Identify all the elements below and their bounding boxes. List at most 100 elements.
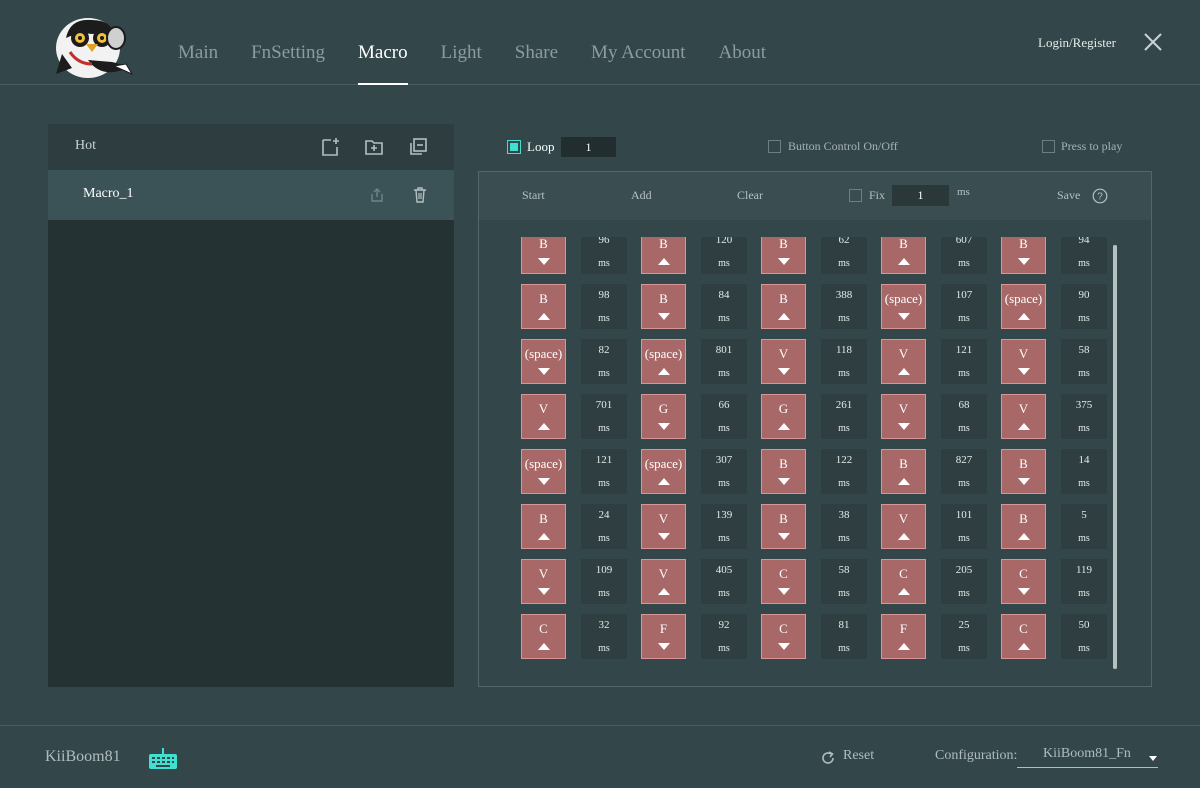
key-event-cell[interactable]: B: [1001, 237, 1046, 274]
key-event-cell[interactable]: C: [1001, 559, 1046, 604]
delay-cell[interactable]: 101 ms: [941, 504, 987, 549]
tab-main[interactable]: Main: [178, 0, 218, 85]
save-button[interactable]: Save: [1057, 188, 1080, 203]
key-event-cell[interactable]: B: [641, 284, 686, 329]
tab-macro[interactable]: Macro: [358, 0, 408, 85]
clear-button[interactable]: Clear: [737, 188, 763, 203]
login-register-link[interactable]: Login/Register: [1038, 35, 1116, 51]
delay-cell[interactable]: 58 ms: [1061, 339, 1107, 384]
delay-cell[interactable]: 139 ms: [701, 504, 747, 549]
delay-cell[interactable]: 58 ms: [821, 559, 867, 604]
delay-cell[interactable]: 98 ms: [581, 284, 627, 329]
key-event-cell[interactable]: C: [761, 559, 806, 604]
delay-cell[interactable]: 24 ms: [581, 504, 627, 549]
keyboard-icon[interactable]: [148, 746, 178, 770]
key-event-cell[interactable]: B: [521, 237, 566, 274]
delete-icon[interactable]: [411, 186, 429, 204]
delay-cell[interactable]: 94 ms: [1061, 237, 1107, 274]
delay-cell[interactable]: 261 ms: [821, 394, 867, 439]
delay-cell[interactable]: 5 ms: [1061, 504, 1107, 549]
key-event-cell[interactable]: V: [641, 504, 686, 549]
reset-button[interactable]: Reset: [843, 748, 874, 764]
delay-cell[interactable]: 118 ms: [821, 339, 867, 384]
key-event-cell[interactable]: F: [641, 614, 686, 659]
delay-cell[interactable]: 701 ms: [581, 394, 627, 439]
tab-light[interactable]: Light: [441, 0, 482, 85]
key-event-cell[interactable]: (space): [521, 449, 566, 494]
delay-cell[interactable]: 607 ms: [941, 237, 987, 274]
key-event-cell[interactable]: G: [761, 394, 806, 439]
key-event-cell[interactable]: (space): [641, 339, 686, 384]
key-event-cell[interactable]: B: [1001, 504, 1046, 549]
key-event-cell[interactable]: V: [761, 339, 806, 384]
key-event-cell[interactable]: C: [881, 559, 926, 604]
delay-cell[interactable]: 90 ms: [1061, 284, 1107, 329]
key-event-cell[interactable]: C: [521, 614, 566, 659]
close-icon[interactable]: [1142, 31, 1164, 53]
key-event-cell[interactable]: B: [881, 449, 926, 494]
scroll-thumb[interactable]: [1113, 245, 1117, 669]
key-event-cell[interactable]: V: [521, 394, 566, 439]
delay-cell[interactable]: 38 ms: [821, 504, 867, 549]
key-event-cell[interactable]: (space): [881, 284, 926, 329]
configuration-select[interactable]: KiiBoom81_Fn: [1017, 744, 1158, 768]
key-event-cell[interactable]: B: [761, 449, 806, 494]
delay-cell[interactable]: 121 ms: [581, 449, 627, 494]
delay-cell[interactable]: 109 ms: [581, 559, 627, 604]
key-event-cell[interactable]: (space): [1001, 284, 1046, 329]
export-icon[interactable]: [368, 186, 386, 204]
macro-list-item[interactable]: Macro_1: [48, 170, 454, 220]
delay-cell[interactable]: 50 ms: [1061, 614, 1107, 659]
key-event-cell[interactable]: V: [881, 504, 926, 549]
step-scrollbar[interactable]: [1113, 245, 1117, 669]
copy-macro-icon[interactable]: [407, 136, 429, 158]
delay-cell[interactable]: 307 ms: [701, 449, 747, 494]
delay-cell[interactable]: 25 ms: [941, 614, 987, 659]
delay-cell[interactable]: 68 ms: [941, 394, 987, 439]
new-macro-icon[interactable]: [319, 136, 341, 158]
delay-cell[interactable]: 81 ms: [821, 614, 867, 659]
delay-cell[interactable]: 122 ms: [821, 449, 867, 494]
key-event-cell[interactable]: V: [641, 559, 686, 604]
button-control-checkbox[interactable]: [768, 140, 781, 153]
delay-cell[interactable]: 107 ms: [941, 284, 987, 329]
key-event-cell[interactable]: B: [761, 284, 806, 329]
key-event-cell[interactable]: B: [641, 237, 686, 274]
delay-cell[interactable]: 388 ms: [821, 284, 867, 329]
delay-cell[interactable]: 120 ms: [701, 237, 747, 274]
new-folder-icon[interactable]: [363, 136, 385, 158]
delay-cell[interactable]: 66 ms: [701, 394, 747, 439]
key-event-cell[interactable]: B: [521, 284, 566, 329]
key-event-cell[interactable]: F: [881, 614, 926, 659]
key-event-cell[interactable]: C: [1001, 614, 1046, 659]
tab-about[interactable]: About: [719, 0, 767, 85]
tab-my-account[interactable]: My Account: [591, 0, 685, 85]
key-event-cell[interactable]: B: [1001, 449, 1046, 494]
delay-cell[interactable]: 375 ms: [1061, 394, 1107, 439]
delay-cell[interactable]: 205 ms: [941, 559, 987, 604]
tab-share[interactable]: Share: [515, 0, 558, 85]
delay-cell[interactable]: 84 ms: [701, 284, 747, 329]
key-event-cell[interactable]: C: [761, 614, 806, 659]
press-to-play-checkbox[interactable]: [1042, 140, 1055, 153]
delay-cell[interactable]: 96 ms: [581, 237, 627, 274]
key-event-cell[interactable]: B: [761, 504, 806, 549]
loop-checkbox[interactable]: [507, 140, 521, 154]
fix-delay-input[interactable]: 1: [892, 185, 949, 206]
delay-cell[interactable]: 82 ms: [581, 339, 627, 384]
delay-cell[interactable]: 32 ms: [581, 614, 627, 659]
key-event-cell[interactable]: (space): [641, 449, 686, 494]
add-step-button[interactable]: Add: [631, 188, 652, 203]
delay-cell[interactable]: 119 ms: [1061, 559, 1107, 604]
fix-delay-checkbox[interactable]: [849, 189, 862, 202]
key-event-cell[interactable]: B: [881, 237, 926, 274]
start-record-button[interactable]: Start: [522, 188, 545, 203]
delay-cell[interactable]: 92 ms: [701, 614, 747, 659]
delay-cell[interactable]: 405 ms: [701, 559, 747, 604]
key-event-cell[interactable]: B: [521, 504, 566, 549]
delay-cell[interactable]: 827 ms: [941, 449, 987, 494]
help-icon[interactable]: ?: [1092, 188, 1108, 204]
key-event-cell[interactable]: V: [1001, 339, 1046, 384]
key-event-cell[interactable]: G: [641, 394, 686, 439]
key-event-cell[interactable]: B: [761, 237, 806, 274]
